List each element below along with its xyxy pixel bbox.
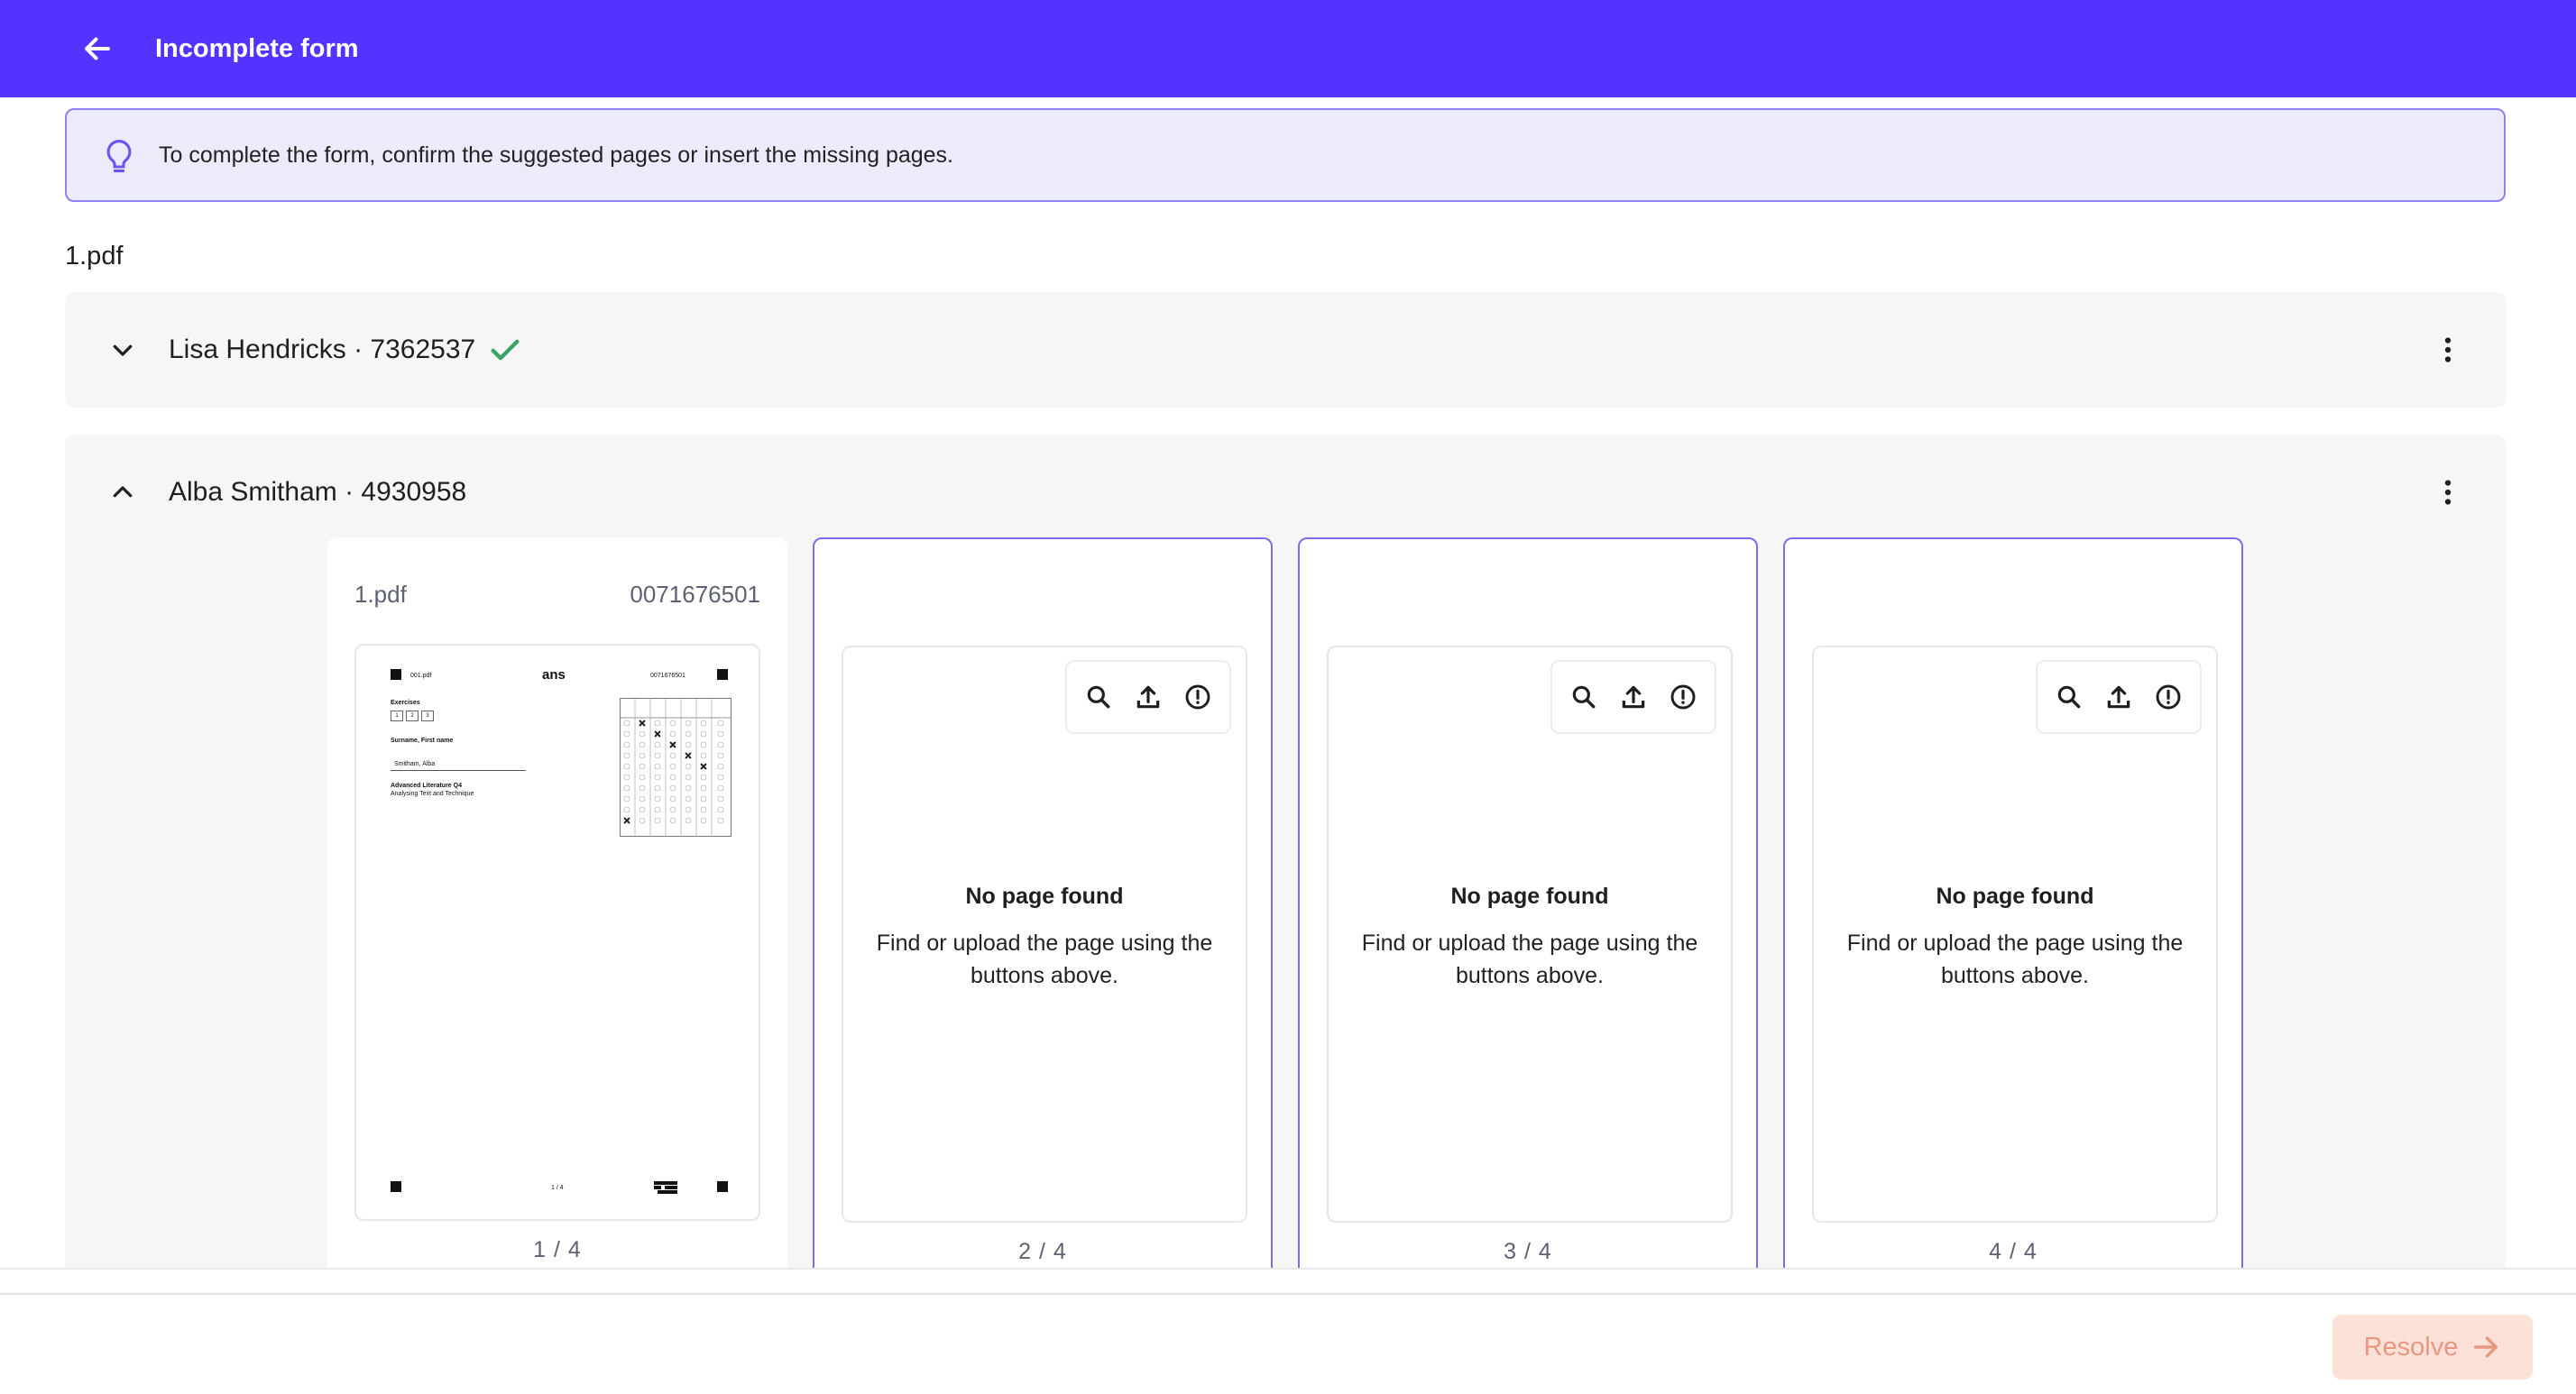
preview-logo: ans xyxy=(542,667,566,683)
back-button[interactable] xyxy=(72,23,123,74)
corner-marker xyxy=(391,1181,401,1192)
page-toolbar xyxy=(2036,660,2202,734)
barcode-icon xyxy=(654,1181,677,1194)
student-row-header[interactable]: Lisa Hendricks · 7362537 xyxy=(65,292,2506,408)
alert-circle-icon xyxy=(1185,684,1210,710)
search-icon xyxy=(2058,685,2081,709)
arrow-left-icon xyxy=(85,37,110,60)
no-page-title: No page found xyxy=(965,884,1124,909)
top-bar: Incomplete form xyxy=(0,0,2576,97)
page-file-name: 1.pdf xyxy=(354,581,407,608)
page-number: 2 / 4 xyxy=(1018,1239,1067,1264)
student-row: Lisa Hendricks · 7362537 xyxy=(65,292,2506,408)
scanned-page: 001.pdf ans 0071676501 Exercises 1 2 3 S… xyxy=(356,646,759,1219)
preview-name-label: Surname, First name xyxy=(391,738,454,744)
student-name: Lisa Hendricks · 7362537 xyxy=(169,335,476,364)
find-page-button[interactable] xyxy=(1563,676,1605,718)
page-toolbar xyxy=(1065,660,1231,734)
page-number: 3 / 4 xyxy=(1504,1239,1552,1264)
preview-footer: 1 / 4 xyxy=(551,1185,564,1191)
answer-grid xyxy=(620,698,731,837)
preview-course: Advanced Literature Q4 xyxy=(391,783,462,789)
page-card[interactable]: 1.pdf 0071676501 001.pdf ans 0071676501 … xyxy=(327,537,787,1313)
alert-circle-icon xyxy=(1670,684,1696,710)
report-issue-button[interactable] xyxy=(2148,676,2189,718)
preview-section: Exercises xyxy=(391,700,420,706)
page-card-missing: No page found Find or upload the page us… xyxy=(813,537,1273,1313)
info-banner-text: To complete the form, confirm the sugges… xyxy=(159,142,954,168)
preview-box: 2 xyxy=(406,711,419,721)
upload-icon xyxy=(1136,685,1160,709)
report-issue-button[interactable] xyxy=(1177,676,1219,718)
more-vertical-icon xyxy=(2444,480,2452,505)
report-issue-button[interactable] xyxy=(1662,676,1704,718)
empty-page-slot: No page found Find or upload the page us… xyxy=(1812,646,2218,1223)
bottom-bar xyxy=(0,1293,2576,1394)
page-card-missing: No page found Find or upload the page us… xyxy=(1783,537,2243,1313)
horizontal-scrollbar[interactable] xyxy=(0,1268,2576,1295)
search-icon xyxy=(1573,685,1596,709)
page-title: Incomplete form xyxy=(155,34,359,63)
expand-button[interactable] xyxy=(101,328,144,371)
no-page-description: Find or upload the page using the button… xyxy=(1361,931,1698,988)
corner-marker xyxy=(717,1181,728,1192)
upload-page-button[interactable] xyxy=(2098,676,2139,718)
alert-circle-icon xyxy=(2156,684,2181,710)
page-card-header: 1.pdf 0071676501 xyxy=(354,581,760,609)
search-icon xyxy=(1088,685,1110,709)
student-name: Alba Smitham · 4930958 xyxy=(169,477,467,507)
no-page-title: No page found xyxy=(1936,884,2094,909)
upload-page-button[interactable] xyxy=(1127,676,1169,718)
preview-file-label: 001.pdf xyxy=(410,673,432,679)
page-toolbar xyxy=(1550,660,1716,734)
upload-icon xyxy=(2107,685,2130,709)
resolve-button[interactable]: Resolve xyxy=(2332,1315,2533,1380)
chevron-up-icon xyxy=(113,486,133,498)
lightbulb-icon xyxy=(106,140,132,173)
no-page-description: Find or upload the page using the button… xyxy=(1846,931,2184,988)
preview-subtitle: Analysing Text and Technique xyxy=(391,791,474,797)
more-options-button[interactable] xyxy=(2426,471,2470,514)
page-number: 4 / 4 xyxy=(1989,1239,2038,1264)
chevron-down-icon xyxy=(113,344,133,356)
more-vertical-icon xyxy=(2444,337,2452,362)
preview-name-value: Smitham, Alba xyxy=(394,761,436,767)
empty-page-slot: No page found Find or upload the page us… xyxy=(842,646,1247,1223)
page-code: 0071676501 xyxy=(630,581,760,608)
page-preview[interactable]: 001.pdf ans 0071676501 Exercises 1 2 3 S… xyxy=(354,644,760,1221)
more-options-button[interactable] xyxy=(2426,328,2470,371)
no-page-description: Find or upload the page using the button… xyxy=(876,931,1213,988)
upload-icon xyxy=(1622,685,1645,709)
no-page-title: No page found xyxy=(1450,884,1609,909)
preview-box: 3 xyxy=(421,711,434,721)
find-page-button[interactable] xyxy=(1078,676,1119,718)
page-card-missing: No page found Find or upload the page us… xyxy=(1298,537,1758,1313)
check-icon xyxy=(491,339,520,361)
upload-page-button[interactable] xyxy=(1613,676,1654,718)
preview-code: 0071676501 xyxy=(650,673,685,679)
file-name: 1.pdf xyxy=(65,242,124,271)
info-banner: To complete the form, confirm the sugges… xyxy=(65,108,2506,202)
collapse-button[interactable] xyxy=(101,471,144,514)
arrow-right-icon xyxy=(2474,1336,2498,1358)
resolve-button-label: Resolve xyxy=(2363,1332,2459,1362)
preview-box: 1 xyxy=(391,711,403,721)
corner-marker xyxy=(391,669,401,680)
preview-boxes: 1 2 3 xyxy=(391,711,434,721)
find-page-button[interactable] xyxy=(2048,676,2090,718)
empty-page-slot: No page found Find or upload the page us… xyxy=(1327,646,1733,1223)
preview-line xyxy=(391,770,526,771)
page-number: 1 / 4 xyxy=(533,1237,582,1262)
student-row-header[interactable]: Alba Smitham · 4930958 xyxy=(65,435,2506,550)
corner-marker xyxy=(717,669,728,680)
